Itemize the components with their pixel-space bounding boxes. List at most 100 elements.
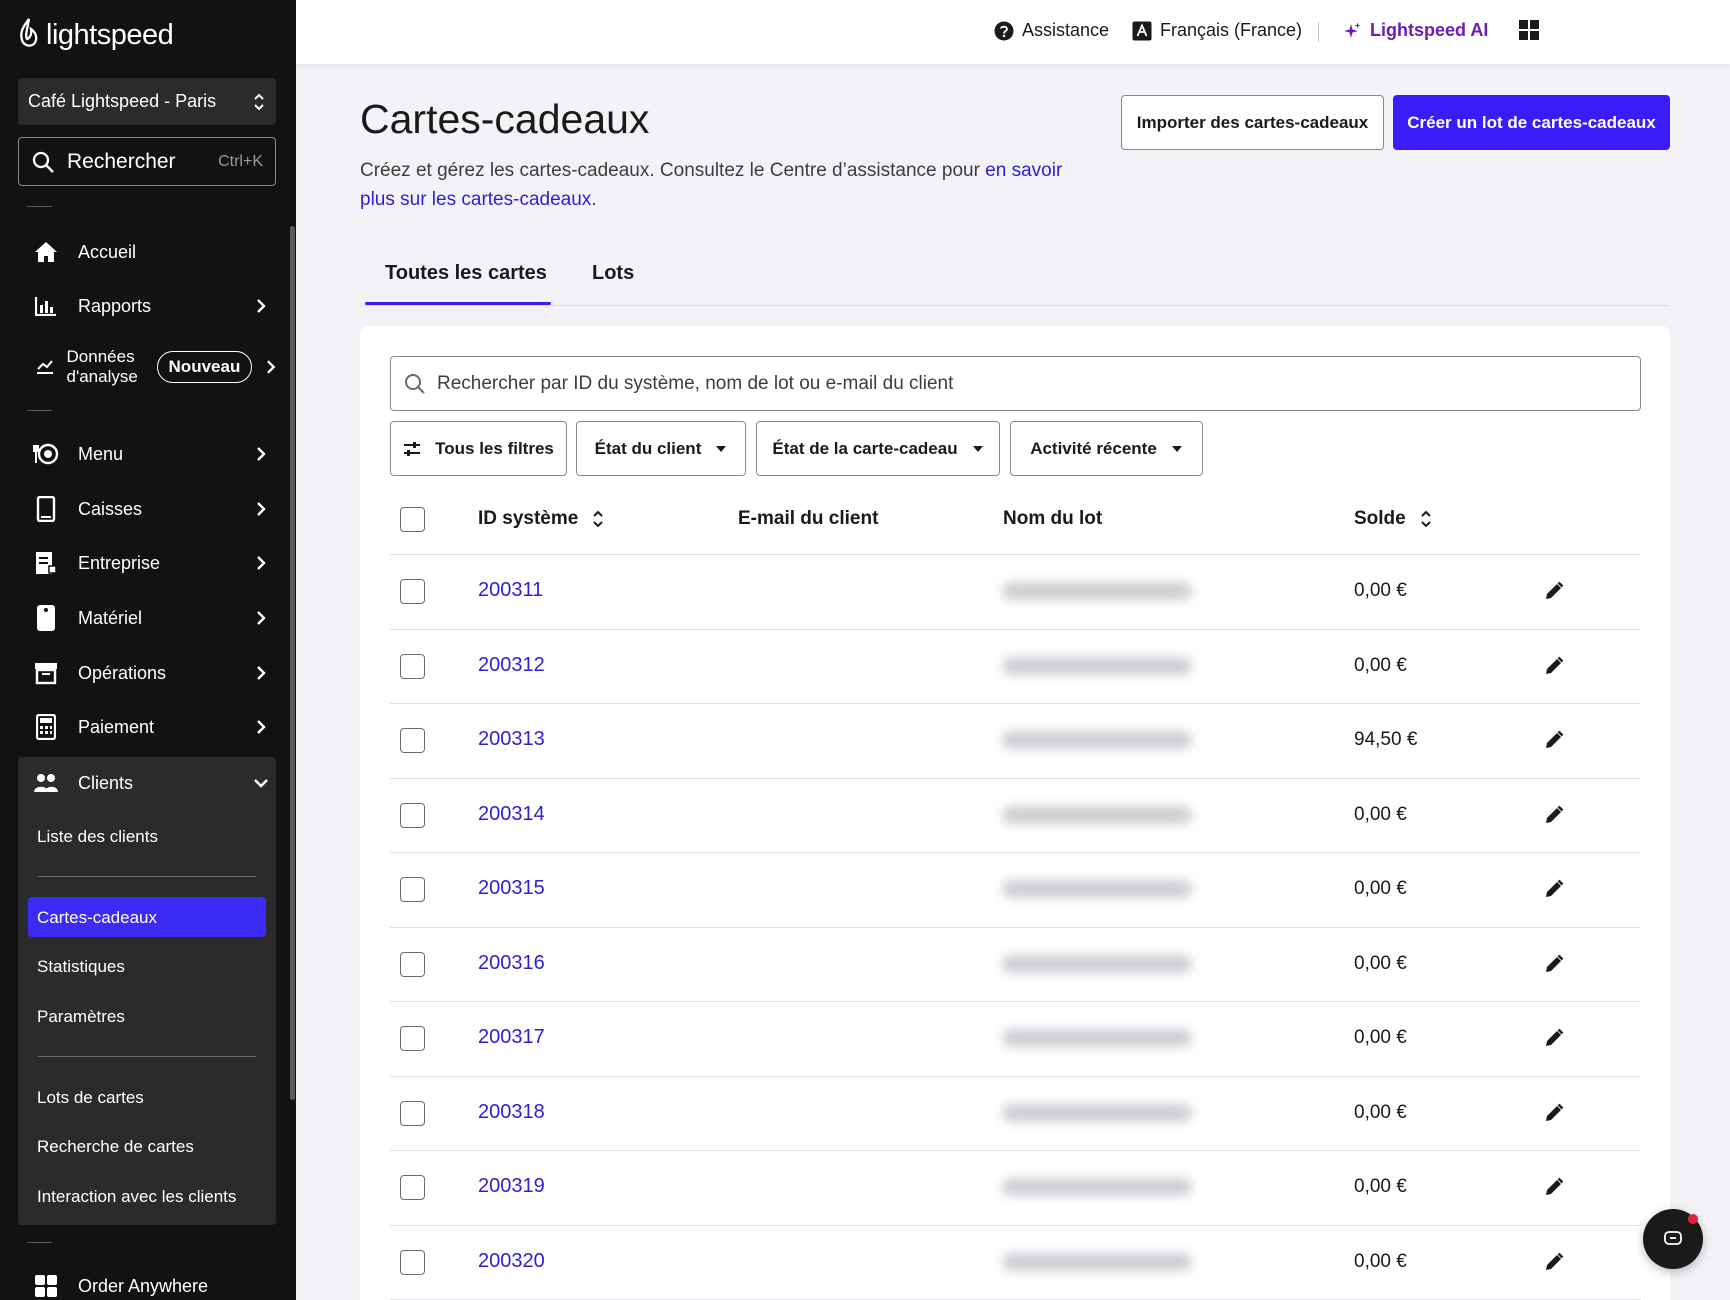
sidebar-item-operations[interactable]: Opérations xyxy=(18,649,276,697)
lot-name-redacted xyxy=(1002,582,1192,601)
tab-all-cards[interactable]: Toutes les cartes xyxy=(385,262,547,285)
system-id-link[interactable]: 200319 xyxy=(478,1175,545,1198)
sub-item-stats[interactable]: Statistiques xyxy=(37,957,125,977)
row-checkbox[interactable] xyxy=(400,653,425,679)
help-icon xyxy=(994,21,1014,40)
lightspeed-ai-button[interactable]: Lightspeed AI xyxy=(1342,20,1488,41)
gift-cards-table-card: Rechercher par ID du système, nom de lot… xyxy=(360,326,1670,1300)
edit-pencil-icon[interactable] xyxy=(1543,1251,1565,1273)
chat-icon xyxy=(1664,1231,1682,1245)
sidebar-item-label: Rapports xyxy=(78,295,152,316)
column-label: E-mail du client xyxy=(738,508,879,529)
grid-app-icon xyxy=(35,1275,57,1297)
sub-item-gift-cards[interactable]: Cartes-cadeaux xyxy=(37,908,157,928)
sidebar-item-menu[interactable]: Menu xyxy=(18,430,276,478)
chevron-right-icon xyxy=(267,360,276,374)
sidebar-item-donnees-analyse[interactable]: Données d'analyse Nouveau xyxy=(18,342,276,392)
sub-item-interaction[interactable]: Interaction avec les clients xyxy=(37,1187,236,1207)
row-checkbox[interactable] xyxy=(400,579,425,605)
chevron-right-icon xyxy=(257,447,266,461)
users-icon xyxy=(34,774,58,792)
sub-item-clients-list[interactable]: Liste des clients xyxy=(37,827,158,847)
column-label: Solde xyxy=(1354,508,1406,529)
sidebar-item-label: Caisses xyxy=(78,498,143,519)
sidebar-item-clients[interactable]: Clients xyxy=(18,759,276,807)
row-checkbox[interactable] xyxy=(400,728,425,754)
app-switcher-button[interactable] xyxy=(1519,20,1539,40)
assistance-link[interactable]: Assistance xyxy=(994,20,1109,41)
system-id-link[interactable]: 200311 xyxy=(478,579,543,602)
lightspeed-logo[interactable]: lightspeed xyxy=(18,18,174,52)
gift-card-state-filter[interactable]: État de la carte-cadeau xyxy=(756,421,1000,476)
sidebar-divider xyxy=(27,410,52,411)
sub-item-card-search[interactable]: Recherche de cartes xyxy=(37,1137,194,1157)
row-checkbox[interactable] xyxy=(400,1100,425,1126)
description-text: Créez et gérez les cartes-cadeaux. Consu… xyxy=(360,160,986,181)
sidebar-item-caisses[interactable]: Caisses xyxy=(18,485,276,533)
row-checkbox[interactable] xyxy=(400,877,425,903)
edit-pencil-icon[interactable] xyxy=(1543,878,1565,900)
import-gift-cards-button[interactable]: Importer des cartes-cadeaux xyxy=(1121,95,1384,150)
store-selector[interactable]: Café Lightspeed - Paris xyxy=(18,78,276,125)
system-id-link[interactable]: 200313 xyxy=(478,728,545,751)
filter-label: Tous les filtres xyxy=(435,438,554,458)
sidebar-item-materiel[interactable]: Matériel xyxy=(18,594,276,642)
edit-pencil-icon[interactable] xyxy=(1543,953,1565,975)
filter-label: Activité récente xyxy=(1030,438,1157,458)
column-system-id[interactable]: ID système xyxy=(478,508,604,530)
sidebar-scrollbar[interactable] xyxy=(290,226,295,1100)
row-divider xyxy=(390,1075,1641,1077)
system-id-link[interactable]: 200320 xyxy=(478,1250,545,1273)
system-id-link[interactable]: 200318 xyxy=(478,1101,545,1124)
sidebar-item-accueil[interactable]: Accueil xyxy=(18,228,276,276)
create-gift-card-batch-button[interactable]: Créer un lot de cartes-cadeaux xyxy=(1393,95,1670,150)
balance-value: 94,50 € xyxy=(1354,729,1418,751)
language-selector[interactable]: Français (France) xyxy=(1132,20,1302,41)
edit-pencil-icon[interactable] xyxy=(1543,1176,1565,1198)
column-balance[interactable]: Solde xyxy=(1354,508,1432,530)
row-checkbox[interactable] xyxy=(400,951,425,977)
system-id-link[interactable]: 200312 xyxy=(478,654,545,677)
client-state-filter[interactable]: État du client xyxy=(576,421,746,476)
lot-name-redacted xyxy=(1002,1252,1192,1271)
select-all-checkbox[interactable] xyxy=(400,507,425,532)
sub-item-settings[interactable]: Paramètres xyxy=(37,1007,125,1027)
page-description: Créez et gérez les cartes-cadeaux. Consu… xyxy=(360,156,1080,214)
all-filters-button[interactable]: Tous les filtres xyxy=(390,421,567,476)
system-id-link[interactable]: 200317 xyxy=(478,1026,545,1049)
edit-pencil-icon[interactable] xyxy=(1543,729,1565,751)
column-lot-name: Nom du lot xyxy=(1003,508,1102,530)
edit-pencil-icon[interactable] xyxy=(1543,804,1565,826)
sliders-icon xyxy=(404,441,421,456)
sidebar-item-order-anywhere[interactable]: Order Anywhere xyxy=(18,1262,276,1300)
table-search-input[interactable]: Rechercher par ID du système, nom de lot… xyxy=(390,356,1641,411)
balance-value: 0,00 € xyxy=(1354,1250,1407,1272)
sidebar-item-label: Clients xyxy=(78,772,134,793)
edit-pencil-icon[interactable] xyxy=(1543,1027,1565,1049)
balance-value: 0,00 € xyxy=(1354,1101,1407,1123)
sidebar-item-entreprise[interactable]: Entreprise xyxy=(18,539,276,587)
lot-name-redacted xyxy=(1002,880,1192,899)
system-id-link[interactable]: 200314 xyxy=(478,803,545,826)
row-checkbox[interactable] xyxy=(400,1026,425,1052)
sidebar: lightspeed Café Lightspeed - Paris Reche… xyxy=(0,0,296,1300)
row-checkbox[interactable] xyxy=(400,1249,425,1275)
sidebar-item-rapports[interactable]: Rapports xyxy=(18,282,276,330)
recent-activity-filter[interactable]: Activité récente xyxy=(1010,421,1203,476)
edit-pencil-icon[interactable] xyxy=(1543,1102,1565,1124)
edit-pencil-icon[interactable] xyxy=(1543,655,1565,677)
chat-launcher-button[interactable] xyxy=(1643,1209,1703,1269)
row-checkbox[interactable] xyxy=(400,802,425,828)
sub-item-card-lots[interactable]: Lots de cartes xyxy=(37,1088,144,1108)
edit-pencil-icon[interactable] xyxy=(1543,580,1565,602)
sparkle-icon xyxy=(1344,22,1361,38)
sidebar-item-paiement[interactable]: Paiement xyxy=(18,703,276,751)
tab-lots[interactable]: Lots xyxy=(592,262,634,285)
sidebar-search[interactable]: Rechercher Ctrl+K xyxy=(18,137,276,186)
system-id-link[interactable]: 200316 xyxy=(478,952,545,975)
submenu-divider xyxy=(38,1056,256,1057)
sidebar-item-label: Menu xyxy=(78,443,124,464)
row-checkbox[interactable] xyxy=(400,1175,425,1201)
balance-value: 0,00 € xyxy=(1354,580,1407,602)
system-id-link[interactable]: 200315 xyxy=(478,877,545,900)
